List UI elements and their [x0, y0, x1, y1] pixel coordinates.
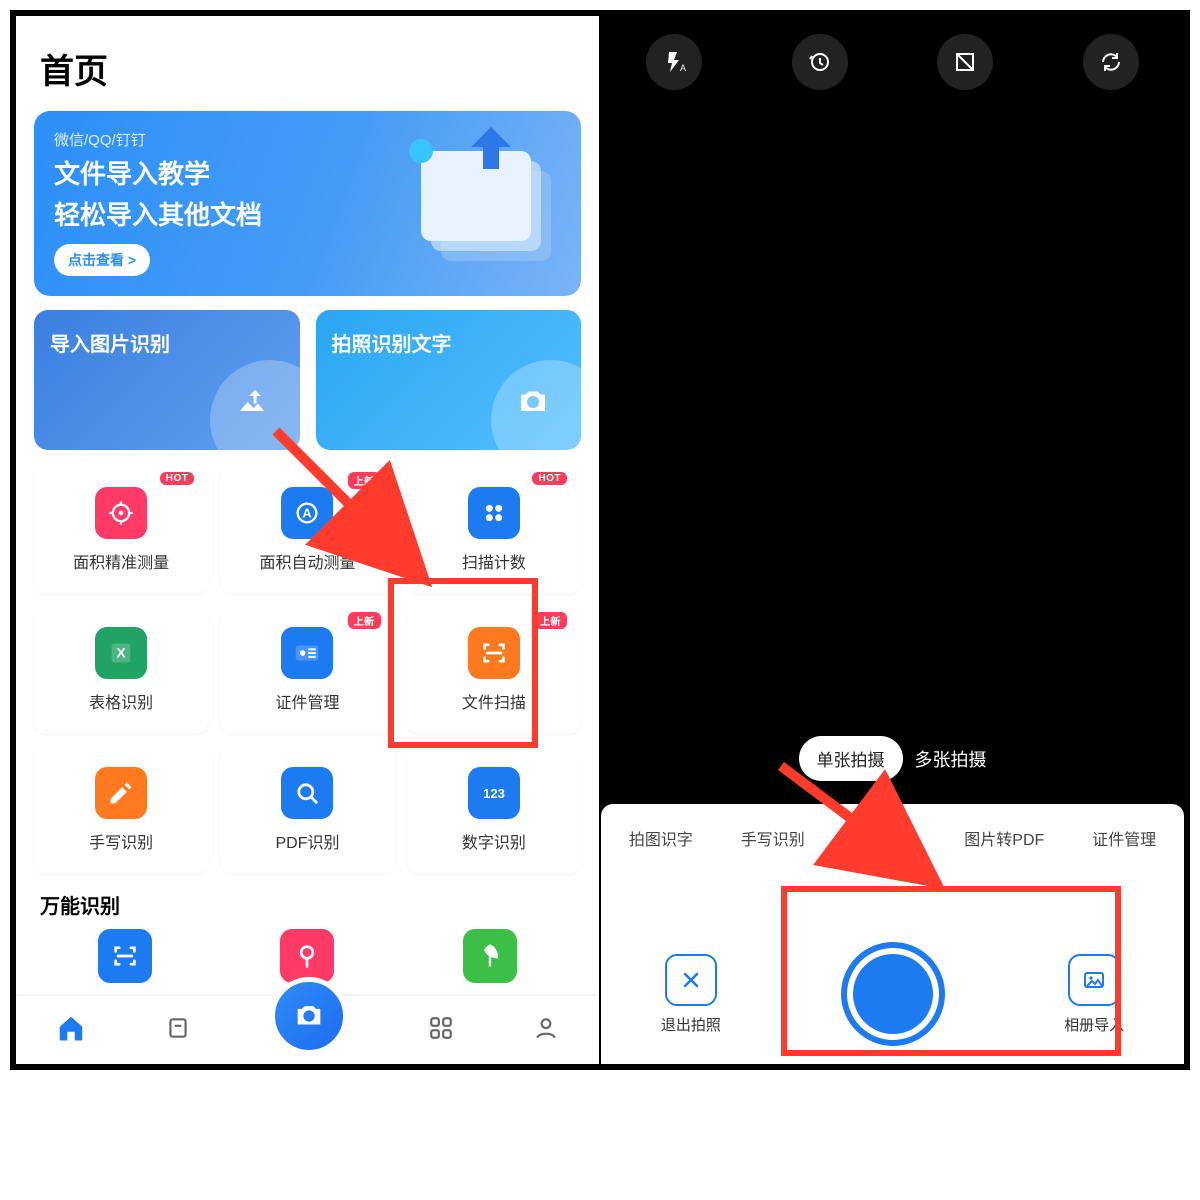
home-icon — [56, 1013, 86, 1043]
card-label: 拍照识别文字 — [332, 328, 566, 357]
section-universal-title: 万能识别 — [40, 890, 575, 919]
card-label: 导入图片识别 — [50, 328, 284, 357]
document-stack-icon — [371, 121, 571, 281]
camera-icon — [292, 999, 326, 1033]
tab-home[interactable] — [56, 1013, 86, 1048]
tile-label: 面积自动测量 — [259, 549, 355, 573]
new-tag: 上新 — [348, 472, 381, 489]
flower-icon — [293, 942, 321, 970]
image-arrow-icon — [234, 384, 270, 420]
id-card-icon — [292, 638, 322, 668]
svg-text:X: X — [116, 645, 126, 661]
tile-handwriting[interactable]: 手写识别 — [34, 746, 208, 874]
import-image-recognize-card[interactable]: 导入图片识别 — [34, 310, 300, 450]
tile-area-precise[interactable]: HOT 面积精准测量 — [34, 466, 208, 594]
mode-strip[interactable]: 拍图识字 手写识别 文件扫描 图片转PDF 证件管理 — [601, 804, 1184, 850]
import-tutorial-banner[interactable]: 微信/QQ/钉钉 文件导入教学 轻松导入其他文档 点击查看 > — [34, 111, 581, 296]
tile-area-auto[interactable]: 上新 A 面积自动测量 — [220, 466, 394, 594]
tab-profile[interactable] — [533, 1015, 559, 1046]
tile-label: 文件扫描 — [462, 689, 526, 713]
tab-files[interactable] — [165, 1015, 191, 1046]
mode-handwriting[interactable]: 手写识别 — [741, 826, 805, 850]
tile-file-scan[interactable]: 上新 文件扫描 — [407, 606, 581, 734]
tile-label: 手写识别 — [89, 829, 153, 853]
user-icon — [533, 1015, 559, 1041]
flash-toggle[interactable]: A — [646, 34, 702, 90]
camera-ocr-icon — [515, 384, 551, 420]
tile-id-manage[interactable]: 上新 证件管理 — [220, 606, 394, 734]
exit-camera-button[interactable]: 退出拍照 — [661, 954, 721, 1035]
grid-off-icon — [953, 50, 977, 74]
files-icon — [165, 1015, 191, 1041]
banner-cta-button[interactable]: 点击查看 > — [54, 244, 150, 276]
tile-scan-count[interactable]: HOT 扫描计数 — [407, 466, 581, 594]
pencil-icon — [107, 779, 135, 807]
shoot-mode-pill: 单张拍摄 多张拍摄 — [799, 736, 987, 781]
close-icon — [679, 968, 703, 992]
bottom-nav — [16, 996, 599, 1064]
new-tag: 上新 — [534, 612, 567, 629]
exit-label: 退出拍照 — [661, 1014, 721, 1035]
tile-label: PDF识别 — [275, 829, 339, 853]
page-title: 首页 — [16, 16, 599, 103]
grid-dots-icon — [480, 499, 508, 527]
scan-brackets-icon — [480, 639, 508, 667]
history-icon — [808, 50, 832, 74]
tile-table-ocr[interactable]: X 表格识别 — [34, 606, 208, 734]
feature-grid: HOT 面积精准测量 上新 A 面积自动测量 HOT 扫描计数 — [34, 466, 581, 874]
svg-text:A: A — [303, 506, 312, 521]
target-icon — [107, 499, 135, 527]
tile-label: 表格识别 — [89, 689, 153, 713]
new-tag: 上新 — [348, 612, 381, 629]
multi-shot-option[interactable]: 多张拍摄 — [915, 746, 987, 772]
scan-brackets-icon — [111, 942, 139, 970]
svg-text:A: A — [680, 63, 686, 73]
camera-bottom-sheet: 拍图识字 手写识别 文件扫描 图片转PDF 证件管理 退出拍照 — [601, 804, 1184, 1064]
camera-toolbar: A — [601, 34, 1184, 90]
digits-icon: 123 — [477, 781, 511, 805]
camera-screen: A 单张拍摄 多张拍摄 拍图识字 手写识别 文件扫描 图片转PDF 证件 — [599, 16, 1184, 1064]
mode-pdf[interactable]: 图片转PDF — [964, 826, 1044, 850]
switch-camera[interactable] — [1083, 34, 1139, 90]
svg-text:123: 123 — [483, 786, 505, 801]
tab-tools[interactable] — [428, 1015, 454, 1046]
grid-icon — [428, 1015, 454, 1041]
mode-id[interactable]: 证件管理 — [1092, 826, 1156, 850]
tile-label: 扫描计数 — [462, 549, 526, 573]
tab-camera[interactable] — [270, 977, 348, 1055]
gallery-import-button[interactable]: 相册导入 — [1064, 954, 1124, 1035]
hot-tag: HOT — [160, 472, 195, 485]
auto-measure-icon: A — [293, 499, 321, 527]
tile-number-ocr[interactable]: 123 数字识别 — [407, 746, 581, 874]
leaf-icon — [476, 942, 504, 970]
tile-label: 面积精准测量 — [73, 549, 169, 573]
image-icon — [1082, 968, 1106, 992]
mode-ocr[interactable]: 拍图识字 — [629, 826, 693, 850]
timer-toggle[interactable] — [792, 34, 848, 90]
gallery-label: 相册导入 — [1064, 1014, 1124, 1035]
shutter-inner — [853, 954, 933, 1034]
excel-icon: X — [107, 639, 135, 667]
dual-screenshot-frame: 首页 微信/QQ/钉钉 文件导入教学 轻松导入其他文档 点击查看 > 导入图片识… — [10, 10, 1190, 1070]
tile-label: 数字识别 — [462, 829, 526, 853]
search-doc-icon — [293, 779, 321, 807]
hot-tag: HOT — [532, 472, 567, 485]
flash-icon: A — [662, 50, 686, 74]
photo-ocr-card[interactable]: 拍照识别文字 — [316, 310, 582, 450]
tile-pdf-ocr[interactable]: PDF识别 — [220, 746, 394, 874]
grid-toggle[interactable] — [937, 34, 993, 90]
refresh-icon — [1099, 50, 1123, 74]
home-screen: 首页 微信/QQ/钉钉 文件导入教学 轻松导入其他文档 点击查看 > 导入图片识… — [16, 16, 599, 1064]
shutter-button[interactable] — [841, 942, 945, 1046]
mode-file-scan[interactable]: 文件扫描 — [852, 826, 916, 850]
tile-label: 证件管理 — [275, 689, 339, 713]
single-shot-option[interactable]: 单张拍摄 — [799, 736, 903, 781]
